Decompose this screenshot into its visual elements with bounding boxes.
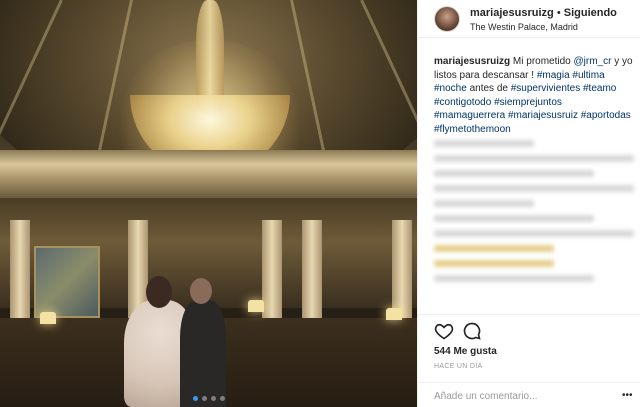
- timestamp[interactable]: HACE UN DÍA: [434, 363, 482, 370]
- post-photo[interactable]: [0, 0, 417, 407]
- chandelier: [196, 0, 224, 110]
- blurred-line: [434, 275, 594, 282]
- header-separator: •: [553, 7, 564, 19]
- hashtag-link[interactable]: #teamo: [583, 83, 616, 94]
- ellipsis-icon[interactable]: •••: [622, 390, 633, 401]
- post-panel: mariajesusruizg • Siguiendo The Westin P…: [417, 0, 640, 407]
- location-link[interactable]: The Westin Palace, Madrid: [470, 22, 578, 32]
- caption-text: Mi prometido: [510, 56, 574, 67]
- hashtag-link[interactable]: #contigotodo: [434, 97, 491, 108]
- carousel-dots: [0, 396, 417, 401]
- cornice: [0, 150, 417, 198]
- carousel-dot[interactable]: [201, 396, 207, 401]
- hashtag-link[interactable]: #supervivientes: [511, 83, 580, 94]
- comment-icon[interactable]: [462, 321, 482, 341]
- avatar[interactable]: [434, 6, 460, 32]
- carousel-dot[interactable]: [210, 396, 216, 401]
- comment-box: •••: [418, 382, 640, 407]
- mention-link[interactable]: @jrm_cr: [574, 56, 612, 67]
- hashtag-link[interactable]: #noche: [434, 83, 467, 94]
- caption-text: antes de: [466, 83, 511, 94]
- hashtag-link[interactable]: #mariajesusruiz: [508, 110, 578, 121]
- hashtag-link[interactable]: #ultima: [572, 70, 604, 81]
- blurred-comments: [434, 140, 634, 310]
- heart-icon[interactable]: [434, 321, 454, 341]
- blurred-line: [434, 230, 634, 237]
- caption-author[interactable]: mariajesusruizg: [434, 56, 510, 67]
- blurred-line: [434, 185, 634, 192]
- blurred-line: [434, 170, 594, 177]
- hashtag-link[interactable]: #magia: [537, 70, 570, 81]
- action-bar: [418, 314, 640, 344]
- lamp: [248, 300, 264, 312]
- hashtag-link[interactable]: #siemprejuntos: [494, 97, 562, 108]
- username-link[interactable]: mariajesusruizg: [470, 7, 554, 19]
- blurred-line: [434, 200, 534, 207]
- like-count[interactable]: 544 Me gusta: [434, 346, 497, 357]
- hashtag-link[interactable]: #mamaguerrera: [434, 110, 505, 121]
- follow-status[interactable]: Siguiendo: [564, 7, 617, 19]
- carousel-dot[interactable]: [219, 396, 225, 401]
- woman-head: [146, 276, 172, 308]
- blurred-line: [434, 140, 534, 147]
- blurred-line: [434, 215, 594, 222]
- comment-input[interactable]: [434, 389, 614, 403]
- carousel-dot[interactable]: [192, 396, 198, 401]
- header-user-line: mariajesusruizg • Siguiendo: [470, 7, 617, 19]
- hashtag-link[interactable]: #aportodas: [581, 110, 631, 121]
- man-head: [190, 278, 212, 304]
- tapestry: [34, 246, 100, 318]
- lamp: [386, 308, 402, 320]
- blurred-line: [434, 155, 634, 162]
- hashtag-link[interactable]: #flymetothemoon: [434, 124, 511, 135]
- post-header: mariajesusruizg • Siguiendo The Westin P…: [418, 0, 640, 38]
- caption: mariajesusruizg Mi prometido @jrm_cr y y…: [434, 55, 634, 136]
- blurred-line: [434, 260, 554, 267]
- man-figure: [180, 300, 226, 407]
- blurred-line: [434, 245, 554, 252]
- lamp: [40, 312, 56, 324]
